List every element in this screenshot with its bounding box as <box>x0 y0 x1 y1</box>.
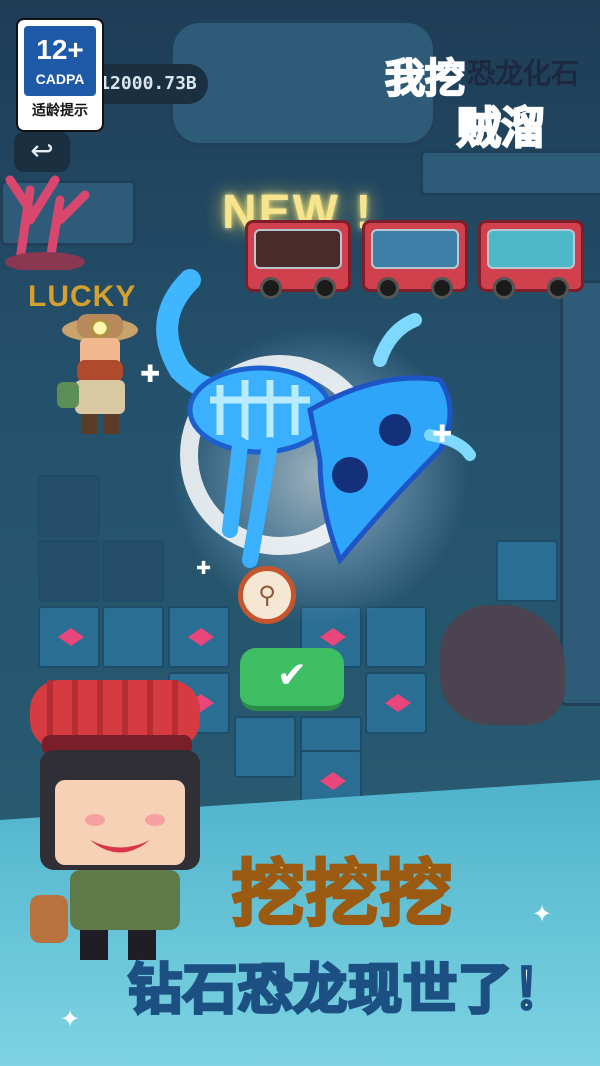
logo-line2: 恐龙化石 <box>467 57 580 90</box>
sparkle-icon: ✦ <box>60 1005 81 1033</box>
logo-line1: 我挖 <box>384 55 466 103</box>
dirt-block[interactable] <box>38 540 100 602</box>
bone-icon: ⚲ <box>238 566 296 624</box>
age-rating-badge: 12+ CADPA 适龄提示 <box>16 18 104 132</box>
boulder <box>440 605 565 725</box>
dirt-block[interactable] <box>234 716 296 778</box>
sparkle-icon: ✚ <box>140 360 161 388</box>
dirt-block[interactable] <box>38 475 100 537</box>
game-screen: 12000.73B 12+ CADPA 适龄提示 ↩ 我挖 恐龙化石 贼溜 NE… <box>0 0 600 1066</box>
dirt-block[interactable] <box>496 540 558 602</box>
sparkle-icon: ✚ <box>196 558 212 579</box>
logo-line3: 贼溜 <box>456 102 546 155</box>
confirm-button[interactable]: ✔ <box>240 648 344 711</box>
lucky-label: LUCKY <box>28 280 137 313</box>
diamond-dinosaur-fossil <box>156 269 476 568</box>
mine-cart-3[interactable] <box>478 220 584 299</box>
checkmark-icon: ✔ <box>276 655 308 696</box>
age-rating-hint: 适龄提示 <box>32 103 88 119</box>
gem-block[interactable] <box>365 672 427 734</box>
age-rating-number: 12+ <box>36 34 84 65</box>
slogan-sub: 钻石恐龙现世了！ <box>127 957 569 1023</box>
age-rating-org: CADPA <box>35 71 85 87</box>
currency-counter: 12000.73B <box>88 64 208 104</box>
sparkle-icon: ✚ <box>432 420 453 448</box>
girl-character <box>30 680 200 960</box>
slogan-main: 挖挖挖 <box>230 851 455 938</box>
miner-character <box>57 314 138 434</box>
game-logo: 我挖 恐龙化石 贼溜 <box>384 40 590 160</box>
pipe-vertical <box>560 280 600 706</box>
coral-decoration <box>5 175 90 270</box>
dirt-block[interactable] <box>365 606 427 668</box>
sparkle-icon: ✦ <box>532 900 553 928</box>
